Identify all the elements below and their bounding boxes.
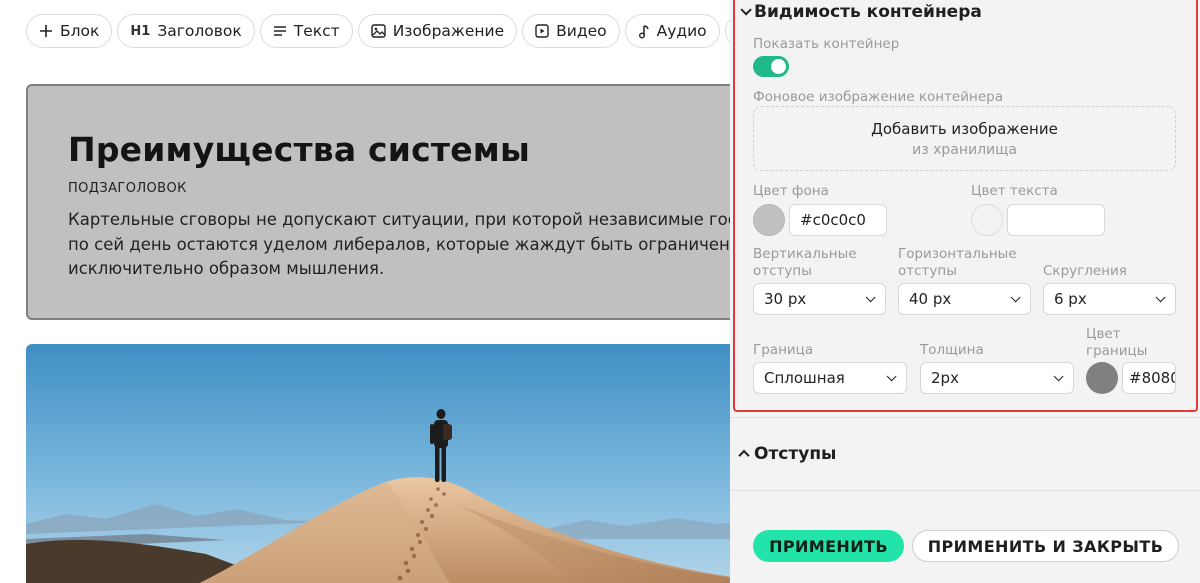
toggle-knob [771,59,786,74]
add-block-label: Блок [60,22,100,40]
show-container-toggle[interactable] [753,56,789,77]
padding-section-header[interactable]: Отступы [738,444,837,464]
video-icon [535,24,549,38]
container-heading[interactable]: Преимущества системы [68,130,530,169]
footer-divider [730,490,1200,491]
add-audio-button[interactable]: Аудио [624,14,720,48]
border-thickness-label: Толщина [920,342,984,358]
vertical-padding-label: Вертикальные отступы [753,246,857,280]
chevron-down-icon [886,370,897,381]
horizontal-padding-label-line1: Горизонтальные [898,246,1017,262]
add-audio-label: Аудио [656,22,707,40]
radius-label: Скругления [1043,263,1127,279]
add-heading-label: Заголовок [157,22,242,40]
border-style-select[interactable]: Сплошная [753,362,907,394]
border-style-value: Сплошная [764,369,845,387]
border-color-label: Цвет границы [1086,326,1147,360]
visibility-section-title: Видимость контейнера [754,2,982,22]
chevron-down-icon [865,291,876,302]
container-settings-panel: Видимость контейнера Показать контейнер … [730,0,1200,583]
chevron-up-icon [738,449,750,462]
paragraph-line: по сей день остаются уделом либералов, к… [68,234,730,254]
border-color-input[interactable]: #8080 [1122,362,1176,394]
vertical-padding-select[interactable]: 30 px [753,283,886,315]
add-text-button[interactable]: Текст [259,14,353,48]
plus-icon [39,24,53,38]
add-bg-image-dropzone[interactable]: Добавить изображение из хранилища [753,106,1176,171]
block-toolbar: Блок H1 Заголовок Текст Изображение Виде… [26,14,730,48]
container-paragraph[interactable]: Картельные сговоры не допускают ситуации… [68,208,730,282]
section-divider [730,417,1200,418]
horizontal-padding-value: 40 px [909,290,952,308]
apply-and-close-button[interactable]: ПРИМЕНИТЬ И ЗАКРЫТЬ [912,530,1179,562]
show-container-label: Показать контейнер [753,36,900,52]
from-storage-text: из хранилища [912,142,1017,158]
add-heading-button[interactable]: H1 Заголовок [117,14,255,48]
desert-image-block[interactable] [26,344,730,583]
border-color-label-line1: Цвет [1086,326,1121,342]
bg-color-label: Цвет фона [753,183,829,199]
horizontal-padding-select[interactable]: 40 px [898,283,1031,315]
vertical-padding-label-line2: отступы [753,263,812,279]
music-note-icon [638,24,650,39]
add-video-button[interactable]: Видео [522,14,620,48]
horizontal-padding-label-line2: отступы [898,263,957,279]
padding-section-title: Отступы [754,444,837,464]
chevron-down-icon [1053,370,1064,381]
h1-icon: H1 [130,23,151,39]
desert-hiker-image [26,344,730,583]
paragraph-line: исключительно образом мышления. [68,259,385,278]
text-color-swatch[interactable] [971,204,1003,236]
add-video-label: Видео [556,22,607,40]
chevron-down-icon [740,4,752,16]
editor-canvas: Блок H1 Заголовок Текст Изображение Виде… [0,0,730,583]
border-style-label: Граница [753,342,814,358]
add-image-text: Добавить изображение [871,120,1058,138]
border-color-label-line2: границы [1086,343,1148,359]
border-thickness-select[interactable]: 2px [920,362,1074,394]
container-subheading[interactable]: ПОДЗАГОЛОВОК [68,181,187,196]
bg-image-label: Фоновое изображение контейнера [753,89,1003,105]
border-color-swatch[interactable] [1086,362,1118,394]
radius-value: 6 px [1054,290,1087,308]
vertical-padding-label-line1: Вертикальные [753,246,857,262]
chevron-down-icon [1010,291,1021,302]
text-color-input[interactable] [1007,204,1105,236]
add-text-label: Текст [293,22,340,40]
bg-color-input[interactable]: #c0c0c0 [789,204,887,236]
add-image-button[interactable]: Изображение [357,14,518,48]
radius-select[interactable]: 6 px [1043,283,1176,315]
add-image-label: Изображение [392,22,505,40]
add-block-button[interactable]: Блок [26,14,113,48]
image-icon [370,24,386,38]
visibility-section-header[interactable]: Видимость контейнера [740,2,982,22]
text-color-label: Цвет текста [971,183,1058,199]
vertical-padding-value: 30 px [764,290,807,308]
apply-button[interactable]: ПРИМЕНИТЬ [753,530,904,562]
bg-color-swatch[interactable] [753,204,785,236]
container-block[interactable]: Преимущества системы ПОДЗАГОЛОВОК Картел… [26,84,730,320]
horizontal-padding-label: Горизонтальные отступы [898,246,1017,280]
text-lines-icon [273,25,287,37]
border-thickness-value: 2px [931,369,959,387]
chevron-down-icon [1155,291,1166,302]
paragraph-line: Картельные сговоры не допускают ситуации… [68,210,730,229]
